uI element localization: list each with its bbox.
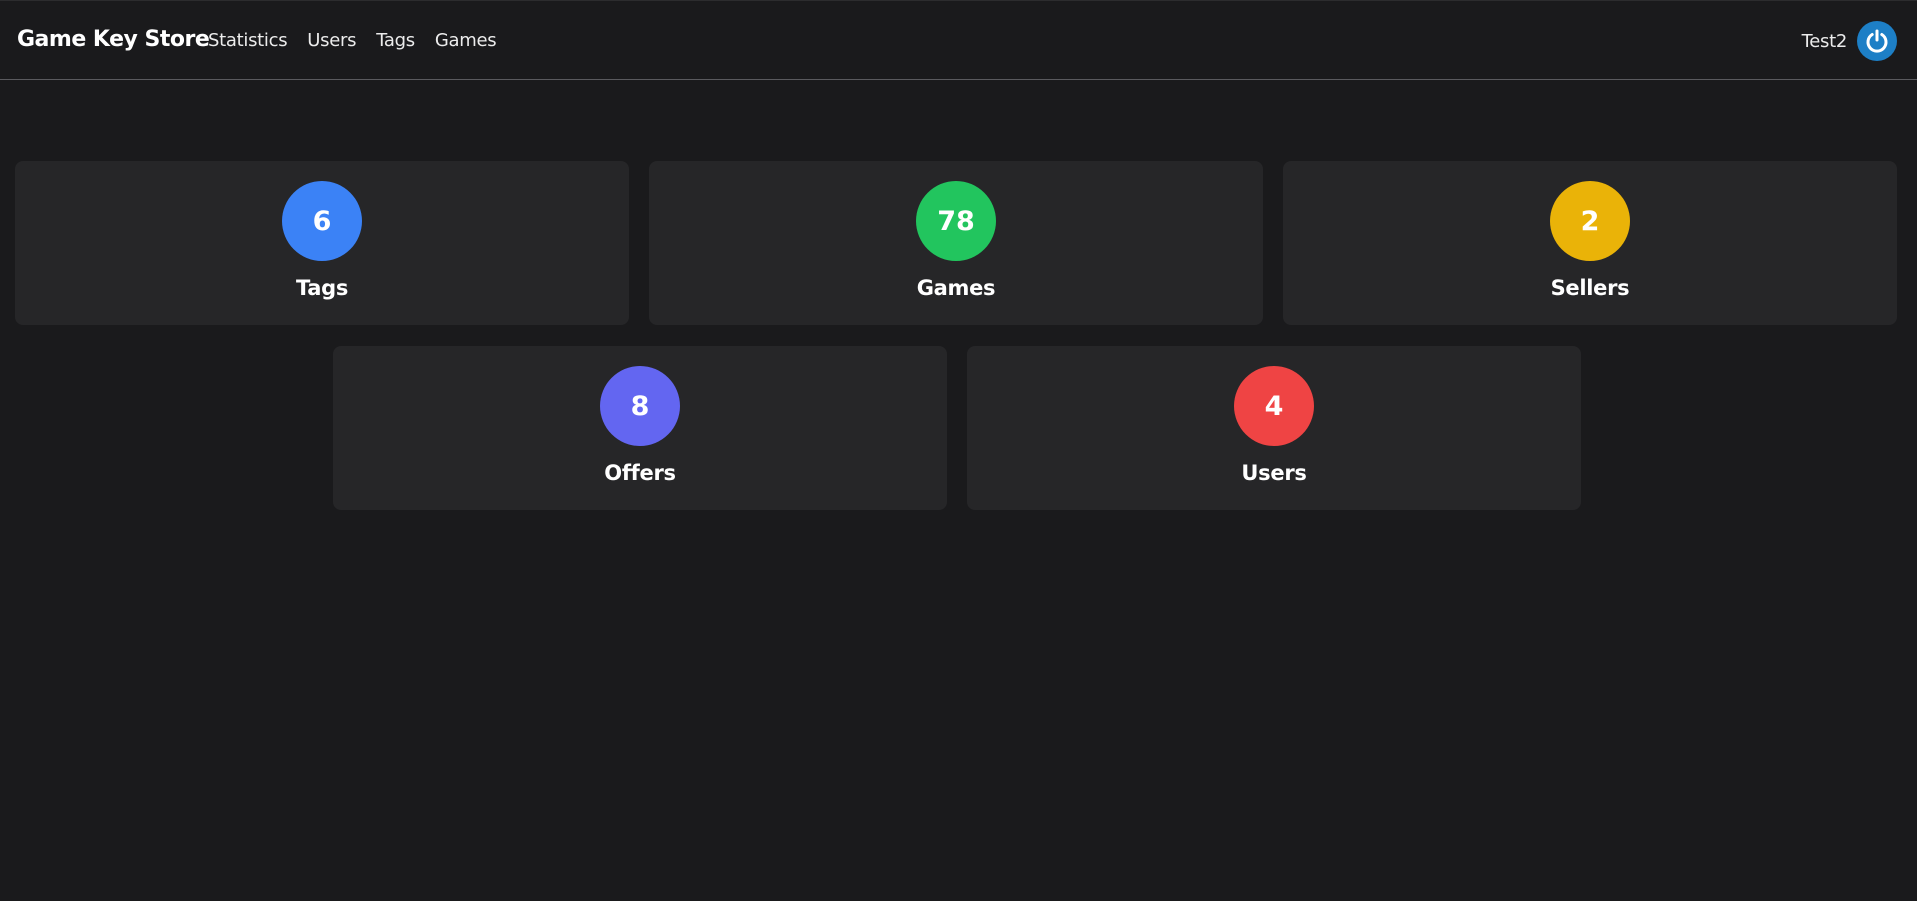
stat-label: Offers bbox=[604, 461, 676, 485]
stat-card-users: 4 Users bbox=[967, 346, 1581, 510]
nav-link-statistics[interactable]: Statistics bbox=[208, 30, 288, 51]
stats-row-top: 6 Tags 78 Games 2 Sellers bbox=[15, 161, 1897, 325]
stat-card-tags: 6 Tags bbox=[15, 161, 629, 325]
stat-label: Games bbox=[916, 276, 996, 300]
stat-label: Sellers bbox=[1550, 276, 1630, 300]
stat-card-sellers: 2 Sellers bbox=[1283, 161, 1897, 325]
stat-value-badge: 8 bbox=[600, 366, 680, 446]
stat-label: Tags bbox=[295, 276, 349, 300]
stat-card-games: 78 Games bbox=[649, 161, 1263, 325]
power-icon bbox=[1866, 29, 1888, 53]
stat-value-badge: 78 bbox=[916, 181, 996, 261]
top-navbar: Game Key Store Statistics Users Tags Gam… bbox=[0, 0, 1917, 80]
nav-links: Statistics Users Tags Games bbox=[208, 30, 497, 51]
stats-row-bottom: 8 Offers 4 Users bbox=[333, 346, 1581, 510]
nav-link-users[interactable]: Users bbox=[307, 30, 356, 51]
brand-title[interactable]: Game Key Store bbox=[17, 27, 210, 52]
stat-card-offers: 8 Offers bbox=[333, 346, 947, 510]
nav-link-tags[interactable]: Tags bbox=[376, 30, 415, 51]
username: Test2 bbox=[1801, 30, 1848, 52]
nav-link-games[interactable]: Games bbox=[435, 30, 497, 51]
stat-value-badge: 4 bbox=[1234, 366, 1314, 446]
stat-label: Users bbox=[1241, 461, 1307, 485]
stat-value-badge: 2 bbox=[1550, 181, 1630, 261]
user-area: Test2 bbox=[1802, 21, 1897, 61]
logout-button[interactable] bbox=[1857, 21, 1897, 61]
stat-value-badge: 6 bbox=[282, 181, 362, 261]
